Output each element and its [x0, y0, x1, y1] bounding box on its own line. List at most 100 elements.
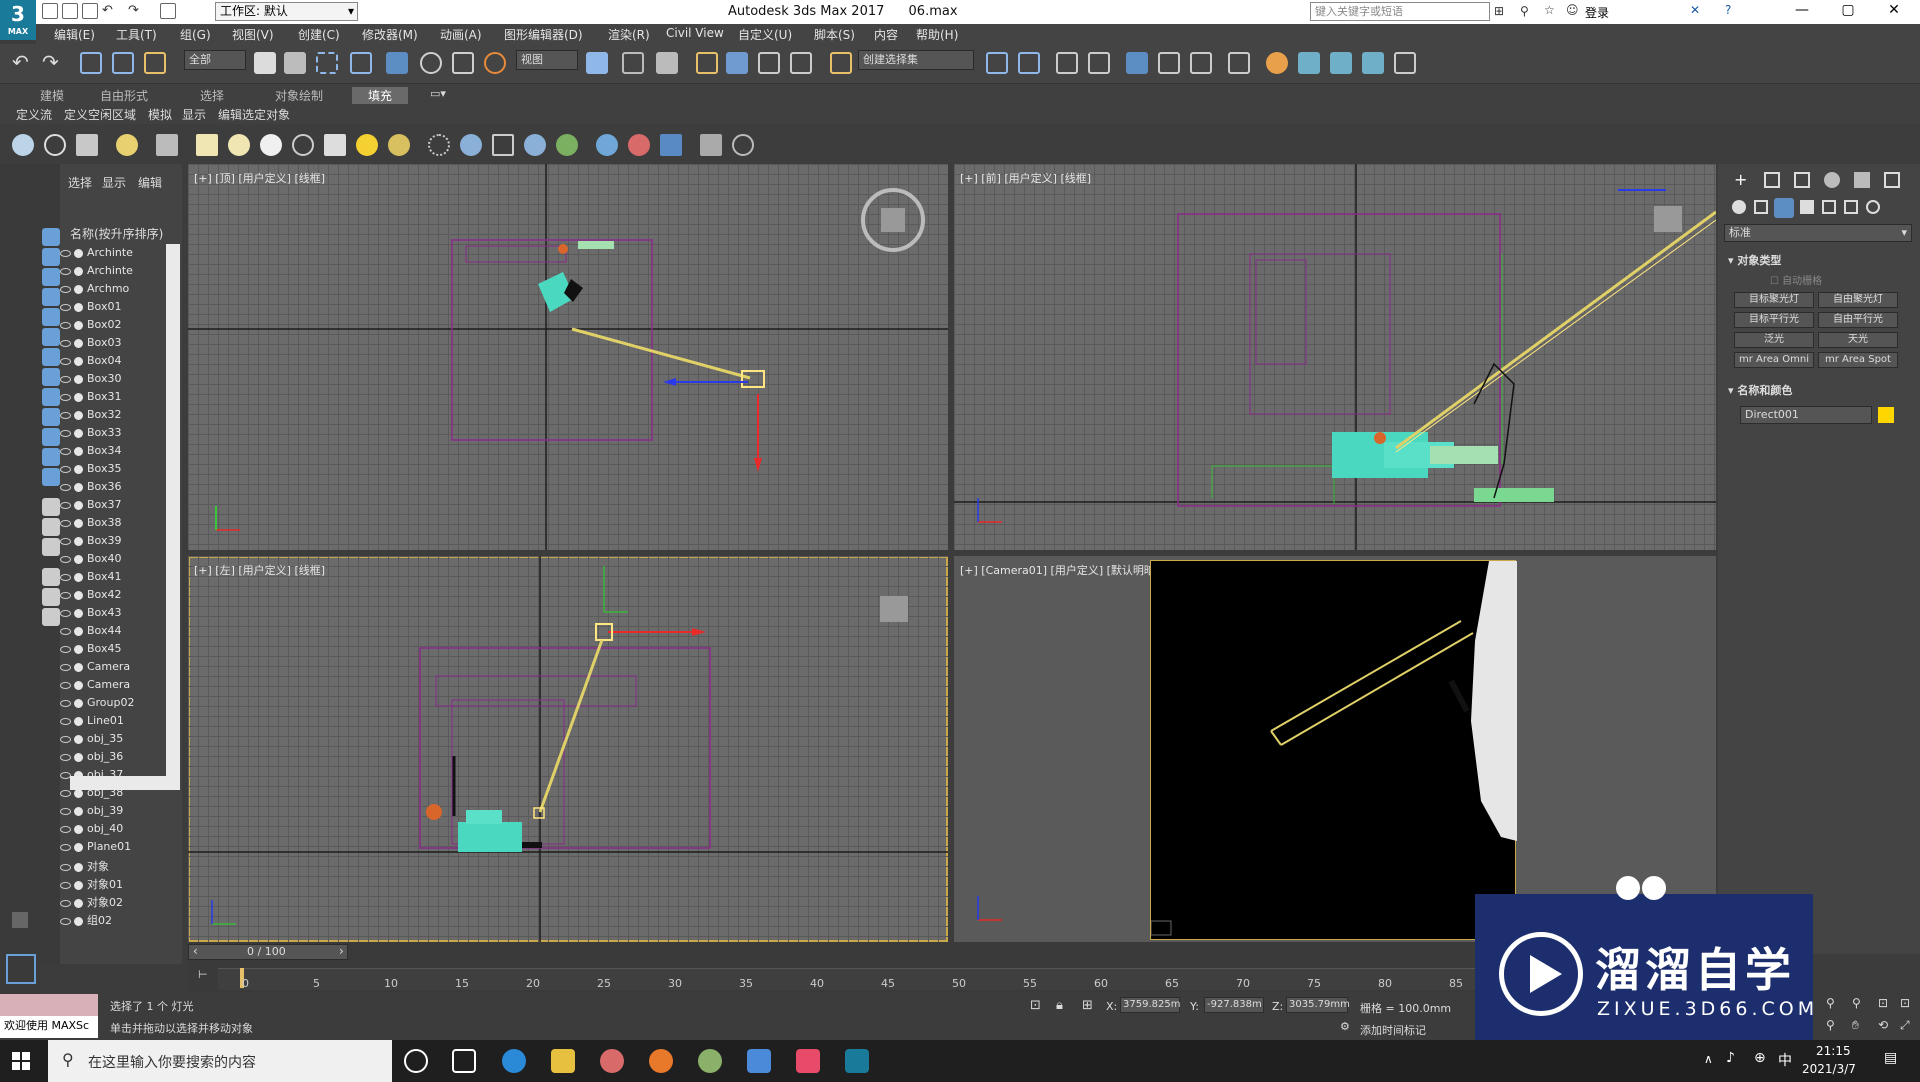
filter-lights-icon[interactable] [42, 268, 60, 286]
taskbar-search[interactable]: ⚲ 在这里输入你要搜索的内容 [48, 1040, 392, 1082]
explorer-list-item[interactable]: obj_36 [60, 750, 172, 768]
menu-tools[interactable]: 工具(T) [116, 26, 157, 43]
explorer-list-item[interactable]: Box36 [60, 480, 172, 498]
rect-selection-icon[interactable] [316, 52, 338, 74]
visibility-eye-icon[interactable] [60, 411, 71, 419]
visibility-eye-icon[interactable] [60, 717, 71, 725]
bind-space-warp-icon[interactable] [144, 52, 166, 74]
omni-button[interactable]: 泛光 [1734, 332, 1814, 348]
visibility-eye-icon[interactable] [60, 681, 71, 689]
help-circle-icon[interactable] [732, 134, 754, 156]
material-editor-icon[interactable] [1228, 52, 1250, 74]
explorer-list-item[interactable]: Box37 [60, 498, 172, 516]
scale-icon[interactable] [452, 52, 474, 74]
app-logo[interactable]: 3 MAX [0, 0, 36, 40]
time-slider[interactable]: ‹ 0 / 100 › [188, 944, 348, 960]
explorer-list-item[interactable]: Box43 [60, 606, 172, 624]
explorer-list-item[interactable]: Box02 [60, 318, 172, 336]
filter-cameras-icon[interactable] [42, 288, 60, 306]
mirror-icon[interactable] [986, 52, 1008, 74]
camera-icon[interactable] [156, 134, 178, 156]
help-icon[interactable]: ? [1725, 3, 1731, 17]
object-type-rollout[interactable]: ▾ 对象类型 [1728, 252, 1781, 268]
explorer-list-item[interactable]: Box35 [60, 462, 172, 480]
menu-customize[interactable]: 自定义(U) [738, 26, 792, 43]
explorer-list-item[interactable]: Archmo [60, 282, 172, 300]
pan-icon[interactable]: ✋︎ [1852, 1018, 1859, 1033]
explorer-list-item[interactable]: Box40 [60, 552, 172, 570]
star-icon[interactable]: ☆ [1544, 3, 1555, 17]
explorer-list-item[interactable]: 组02 [60, 912, 172, 930]
lights-category-icon[interactable] [1774, 198, 1794, 218]
select-object-icon[interactable] [254, 52, 276, 74]
menu-civil-view[interactable]: Civil View [666, 26, 724, 40]
menu-edit[interactable]: 编辑(E) [54, 26, 95, 43]
edit-named-sel-icon[interactable] [830, 52, 852, 74]
visibility-eye-icon[interactable] [60, 285, 71, 293]
name-color-rollout[interactable]: ▾ 名称和颜色 [1728, 382, 1792, 398]
systems-category-icon[interactable] [1866, 200, 1880, 214]
visibility-eye-icon[interactable] [60, 917, 71, 925]
menu-modifiers[interactable]: 修改器(M) [362, 26, 418, 43]
filter-groups-icon[interactable] [42, 348, 60, 366]
explorer-list-item[interactable]: Box41 [60, 570, 172, 588]
visibility-eye-icon[interactable] [60, 501, 71, 509]
isolate-icon[interactable]: ⊡ [1030, 998, 1041, 1013]
mr-area-omni-button[interactable]: mr Area Omni [1734, 352, 1814, 368]
subtab-edit-selected[interactable]: 编辑选定对象 [218, 106, 290, 123]
hemisphere-icon[interactable] [228, 134, 250, 156]
y-coordinate-input[interactable]: -927.838m [1204, 997, 1264, 1013]
particles-icon[interactable] [428, 134, 450, 156]
field-of-view-icon[interactable]: ⚲ [1826, 1018, 1835, 1032]
select-manipulate-icon[interactable] [622, 52, 644, 74]
subtab-display[interactable]: 显示 [182, 106, 206, 123]
x-coordinate-input[interactable]: 3759.825m [1120, 997, 1180, 1013]
edge-icon[interactable] [502, 1049, 526, 1073]
zoom-extents-all-icon[interactable]: ⊡ [1900, 996, 1910, 1010]
explorer-list-item[interactable]: Box34 [60, 444, 172, 462]
undo-icon[interactable]: ↶ [102, 3, 113, 18]
utilities-tab-icon[interactable] [1884, 172, 1900, 188]
visibility-eye-icon[interactable] [60, 267, 71, 275]
keyboard-shortcut-icon[interactable] [656, 52, 678, 74]
align-icon[interactable] [1018, 52, 1040, 74]
ribbon-toggle-icon[interactable] [1126, 52, 1148, 74]
visibility-eye-icon[interactable] [60, 753, 71, 761]
mass-fx-icon[interactable] [460, 134, 482, 156]
render-iterative-icon[interactable] [1362, 52, 1384, 74]
display-tab-icon[interactable] [1854, 172, 1870, 188]
menu-content[interactable]: 内容 [874, 26, 898, 43]
expand-arrow-icon[interactable] [12, 912, 28, 928]
display-references-icon[interactable] [42, 538, 60, 556]
menu-create[interactable]: 创建(C) [298, 26, 340, 43]
filter-geometry-icon[interactable] [42, 228, 60, 246]
select-by-name-icon[interactable] [284, 52, 306, 74]
visibility-eye-icon[interactable] [60, 375, 71, 383]
object-name-input[interactable]: Direct001 [1740, 406, 1872, 424]
visibility-eye-icon[interactable] [60, 881, 71, 889]
visibility-eye-icon[interactable] [60, 303, 71, 311]
chevron-right-icon[interactable]: › [339, 944, 344, 958]
lock-icon[interactable]: 🔒︎ [1056, 998, 1063, 1013]
explorer-list-item[interactable]: Camera [60, 660, 172, 678]
teapot-outline-icon[interactable] [292, 134, 314, 156]
mini-curve-icon[interactable]: ⊢ [198, 968, 208, 981]
workspace-dropdown[interactable]: 工作区: 默认 ▾ [215, 2, 358, 21]
shapes-category-icon[interactable] [1754, 200, 1768, 214]
explorer-tab-edit[interactable]: 编辑 [138, 174, 162, 191]
viewport-left[interactable]: [+] [左] [用户定义] [线框] [188, 556, 948, 942]
layers-icon[interactable] [1088, 52, 1110, 74]
spinner-snap-icon[interactable] [790, 52, 812, 74]
visibility-eye-icon[interactable] [60, 537, 71, 545]
time-tag-icon[interactable]: ⚙ [1340, 1020, 1350, 1033]
folder-icon[interactable] [42, 608, 60, 626]
display-children-icon[interactable] [42, 518, 60, 536]
explorer-list-item[interactable]: Box30 [60, 372, 172, 390]
auto-grid-checkbox[interactable]: ☐ 自动栅格 [1770, 272, 1822, 287]
sun-icon[interactable] [356, 134, 378, 156]
object-color-swatch[interactable] [1878, 407, 1894, 423]
clock-date[interactable]: 2021/3/7 [1802, 1062, 1856, 1076]
help-search-icon[interactable]: ⚲ [1520, 4, 1529, 18]
sphere-icon[interactable] [260, 134, 282, 156]
explorer-list-item[interactable]: Camera [60, 678, 172, 696]
